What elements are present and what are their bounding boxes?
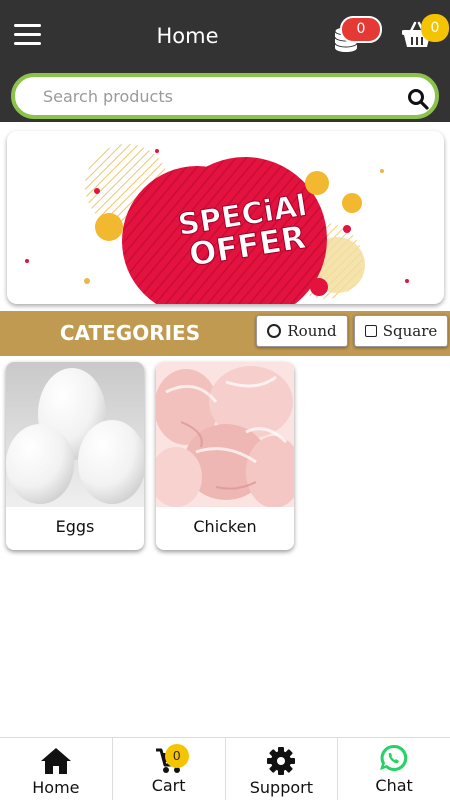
whatsapp-icon <box>380 744 408 771</box>
search-box <box>11 73 439 119</box>
nav-chat-label: Chat <box>375 776 413 795</box>
coins-badge: 0 <box>340 16 382 43</box>
search-input[interactable] <box>43 77 383 115</box>
chicken-image <box>156 362 294 507</box>
category-card-eggs[interactable]: Eggs <box>6 362 144 550</box>
round-label: Round <box>287 322 337 340</box>
eggs-image <box>6 362 144 507</box>
category-label: Chicken <box>193 517 257 536</box>
category-card-chicken[interactable]: Chicken <box>156 362 294 550</box>
nav-support[interactable]: Support <box>226 738 339 800</box>
page-title: Home <box>156 24 219 48</box>
nav-chat[interactable]: Chat <box>338 738 450 800</box>
special-offer-banner[interactable]: SPECiAl OFFER <box>7 131 444 304</box>
nav-home[interactable]: Home <box>0 738 113 800</box>
nav-support-label: Support <box>249 778 313 797</box>
home-icon <box>40 748 71 774</box>
basket-badge: 0 <box>421 14 449 42</box>
category-label: Eggs <box>55 517 95 536</box>
round-view-button[interactable]: Round <box>256 315 348 347</box>
nav-cart-label: Cart <box>151 776 186 795</box>
cart-badge: 0 <box>164 744 189 768</box>
bottom-navigation: Home 0 Cart Support Chat <box>0 737 450 800</box>
square-icon <box>364 325 377 337</box>
search-icon[interactable] <box>407 88 429 110</box>
special-offer-image: SPECiAl OFFER <box>25 144 409 304</box>
gear-icon <box>267 747 296 775</box>
categories-title: CATEGORIES <box>59 321 201 345</box>
square-label: Square <box>382 322 438 340</box>
nav-cart[interactable]: 0 Cart <box>113 738 226 800</box>
circle-icon <box>267 324 282 338</box>
nav-home-label: Home <box>32 778 80 797</box>
square-view-button[interactable]: Square <box>354 315 448 347</box>
